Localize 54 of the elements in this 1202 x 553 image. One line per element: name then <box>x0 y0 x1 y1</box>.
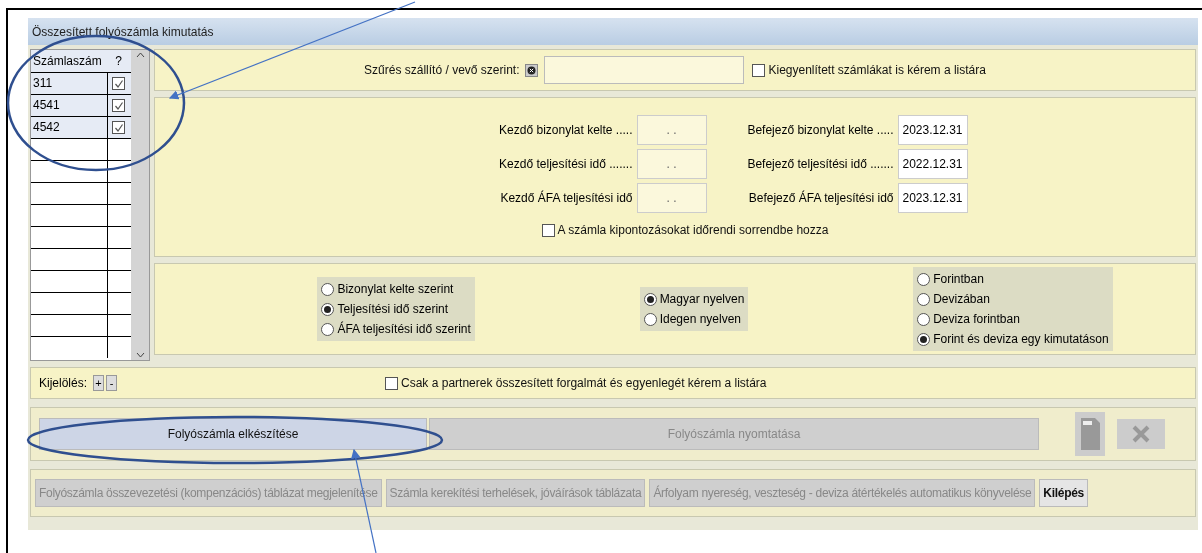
date-field[interactable]: . . <box>636 115 707 145</box>
radio-label: Forint és deviza egy kimutatáson <box>933 331 1109 348</box>
scroll-down-icon[interactable] <box>135 352 145 358</box>
column-header: ? <box>114 53 123 70</box>
partner-filter-field[interactable] <box>544 56 745 84</box>
radio-label: Forintban <box>933 271 984 288</box>
radio-button[interactable] <box>917 292 931 306</box>
checkbox-label: A számla kipontozásokat időrendi sorrendbe hozza <box>557 222 829 239</box>
action-button[interactable]: Folyószámla elkészítése <box>39 418 427 450</box>
radio-label: Deviza forintban <box>933 311 1020 328</box>
date-label: Kezdő bizonylat kelte ..... <box>498 122 633 139</box>
selection-button[interactable]: - <box>106 375 118 391</box>
date-label: Befejező teljesítési idő ....... <box>746 156 894 173</box>
scrollbar[interactable] <box>131 50 149 360</box>
date-field[interactable]: . . <box>636 149 707 179</box>
date-field[interactable]: 2023.12.31 <box>897 115 968 145</box>
radio-label: Devizában <box>933 291 990 308</box>
date-field[interactable]: 2023.12.31 <box>897 183 968 213</box>
radio-label: Idegen nyelven <box>659 311 742 328</box>
radio-button[interactable] <box>643 292 657 306</box>
checkbox[interactable] <box>112 121 125 134</box>
radio-button[interactable] <box>917 272 931 286</box>
date-label: Befejező ÁFA teljesítési idő <box>747 189 894 207</box>
radio-label: Magyar nyelven <box>659 291 745 308</box>
selection-button[interactable]: + <box>93 375 105 391</box>
date-field[interactable]: 2022.12.31 <box>897 149 968 179</box>
radio-button[interactable] <box>917 332 931 346</box>
footer-button[interactable]: Kilépés <box>1039 479 1088 507</box>
checkbox[interactable] <box>112 99 125 112</box>
radio-button[interactable] <box>321 282 335 296</box>
date-label: Kezdő ÁFA teljesítési idő <box>499 189 633 207</box>
radio-label: ÁFA teljesítési idő szerint <box>337 320 471 338</box>
window-title: Összesített folyószámla kimutatás <box>32 23 214 41</box>
checkbox[interactable] <box>112 77 125 90</box>
radio-label: Teljesítési idő szerint <box>337 301 449 318</box>
radio-button[interactable] <box>917 312 931 326</box>
checkbox-label: Kiegyenlített számlákat is kérem a listára <box>768 62 986 79</box>
radio-label: Bizonylat kelte szerint <box>337 281 454 298</box>
checkbox[interactable] <box>541 223 555 237</box>
radio-button[interactable] <box>321 302 335 316</box>
table-cell: 4542 <box>31 117 108 138</box>
checkbox[interactable] <box>752 63 766 77</box>
filter-label: Szűrés szállító / vevő szerint: <box>364 62 520 79</box>
column-header: Számlaszám <box>32 53 103 70</box>
selection-label: Kijelölés: <box>39 375 88 392</box>
radio-button[interactable] <box>643 312 657 326</box>
radio-button[interactable] <box>321 322 335 336</box>
date-field[interactable]: . . <box>636 183 707 213</box>
scroll-up-icon[interactable] <box>135 52 145 58</box>
date-label: Kezdő teljesítési idő ....... <box>498 156 633 173</box>
date-label: Befejező bizonylat kelte ..... <box>746 122 894 139</box>
checkbox-label: Csak a partnerek összesített forgalmát és egyenlegét kérem a listára <box>401 375 767 392</box>
checkbox[interactable] <box>385 376 399 390</box>
clear-icon[interactable] <box>525 63 539 77</box>
